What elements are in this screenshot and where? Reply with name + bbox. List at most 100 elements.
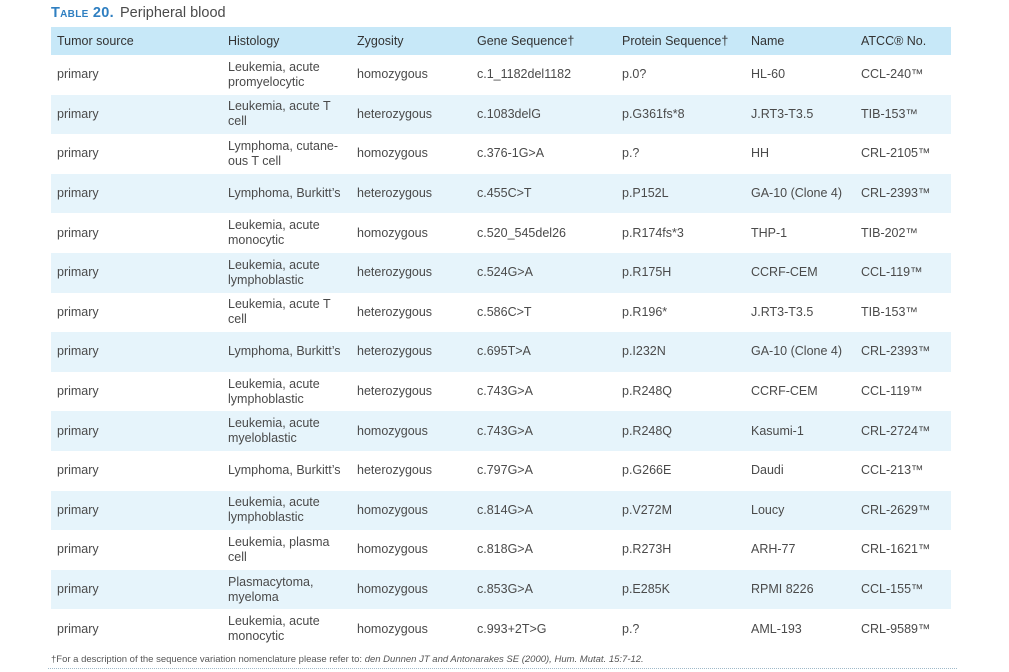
gene-sequence-cell: c.455C>T [477,186,532,201]
protein-sequence-cell: p.R175H [622,265,672,280]
gene-sequence-cell: c.797G>A [477,463,533,478]
zygosity-cell: heterozygous [357,304,433,319]
protein-sequence-cell: p.0? [622,67,647,82]
protein-sequence-cell: p.? [622,621,640,636]
protein-sequence-cell: p.? [622,146,640,161]
name-cell: Loucy [751,502,785,517]
name-cell: CCRF-CEM [751,265,818,280]
tumor-source-cell: primary [57,304,99,319]
atcc-no-cell: CRL-2393™ [861,186,931,201]
table-row: primary Leukemia, acute lymphoblastic homo… [51,490,951,531]
name-cell: ARH-77 [751,542,796,557]
gene-sequence-cell: c.520_545del26 [477,225,566,240]
table-row: primary Leukemia, acute lymphoblastic hete… [51,372,951,412]
protein-sequence-cell: p.R273H [622,542,672,557]
histology-cell: Leukemia, acute lymphoblastic [228,376,320,406]
name-cell: HH [751,146,770,161]
histology-cell: Leukemia, acute monocytic [228,614,320,644]
table-row: primary Leukemia, acute monocytic homozygo… [51,213,951,253]
zygosity-cell: homozygous [357,67,428,82]
histology-cell: Leukemia, plasma cell [228,534,330,564]
table-row: primary Plasmacytoma, myeloma homozygous c.… [51,569,951,610]
zygosity-cell: heterozygous [357,265,433,280]
zygosity-cell: homozygous [357,542,428,557]
protein-sequence-cell: p.E285K [622,582,670,597]
gene-sequence-cell: c.993+2T>G [477,621,547,636]
tumor-source-cell: primary [57,502,99,517]
tumor-source-cell: primary [57,67,99,82]
name-cell: RPMI 8226 [751,582,814,597]
gene-sequence-cell: c.743G>A [477,384,533,399]
table-row: primary Leukemia, acute promyelocytic homo… [51,55,951,95]
table-row: primary Leukemia, acute T cell heterozygou… [51,293,951,333]
atcc-no-cell: TIB-153™ [861,106,918,121]
name-cell: J.RT3-T3.5 [751,304,814,319]
name-cell: CCRF-CEM [751,384,818,399]
tumor-source-cell: primary [57,225,99,240]
histology-cell: Lymphoma, cutane-ous T cell [228,138,339,168]
table-caption: Table 20. Peripheral blood [51,5,226,21]
column-header-atcc-no: ATCC® No. [861,34,927,48]
table-row: primary Leukemia, plasma cell homozygous c.… [51,530,951,570]
gene-sequence-cell: c.853G>A [477,582,533,597]
peripheral-blood-table: Tumor source Histology Zygosity Gene Seq… [51,27,951,649]
histology-cell: Lymphoma, Burkitt’s [228,463,341,478]
histology-cell: Lymphoma, Burkitt’s [228,344,341,359]
histology-cell: Leukemia, acute promyelocytic [228,59,320,89]
tumor-source-cell: primary [57,621,99,636]
protein-sequence-cell: p.R248Q [622,384,673,399]
column-header-zygosity: Zygosity [357,34,404,48]
gene-sequence-cell: c.695T>A [477,344,531,359]
atcc-no-cell: CCL-240™ [861,67,924,82]
table-row: primary Leukemia, acute lymphoblastic hete… [51,252,951,293]
footnote: †For a description of the sequence varia… [51,654,644,665]
gene-sequence-cell: c.1083delG [477,106,541,121]
table-row: primary Lymphoma, Burkitt’s heterozygous c.… [51,173,951,214]
table-row: primary Leukemia, acute myeloblastic homoz… [51,411,951,451]
name-cell: HL-60 [751,67,786,82]
gene-sequence-cell: c.376-1G>A [477,146,545,161]
column-header-histology: Histology [228,34,280,48]
protein-sequence-cell: p.I232N [622,344,666,359]
footnote-text: †For a description of the sequence varia… [51,654,365,665]
name-cell: J.RT3-T3.5 [751,106,814,121]
zygosity-cell: heterozygous [357,186,433,201]
table-row: primary Leukemia, acute T cell heterozygou… [51,94,951,135]
tumor-source-cell: primary [57,186,99,201]
atcc-no-cell: TIB-202™ [861,225,918,240]
gene-sequence-cell: c.814G>A [477,502,533,517]
gene-sequence-cell: c.743G>A [477,423,533,438]
column-header-name: Name [751,34,785,48]
protein-sequence-cell: p.G266E [622,463,672,478]
tumor-source-cell: primary [57,106,99,121]
tumor-source-cell: primary [57,542,99,557]
atcc-no-cell: CCL-155™ [861,582,924,597]
histology-cell: Leukemia, acute lymphoblastic [228,257,320,287]
table-row: primary Lymphoma, Burkitt’s heterozygous c.… [51,451,951,491]
histology-cell: Lymphoma, Burkitt’s [228,186,341,201]
table-number: Table 20. [51,5,114,21]
tumor-source-cell: primary [57,423,99,438]
name-cell: Daudi [751,463,784,478]
zygosity-cell: heterozygous [357,106,433,121]
footnote-citation: den Dunnen JT and Antonarakes SE (2000),… [364,654,644,665]
table-body: primary Leukemia, acute promyelocytic homo… [51,55,951,649]
name-cell: Kasumi-1 [751,423,804,438]
atcc-no-cell: CCL-119™ [861,265,923,280]
tumor-source-cell: primary [57,463,99,478]
protein-sequence-cell: p.R174fs*3 [622,225,684,240]
column-header-tumor-source: Tumor source [57,34,134,48]
histology-cell: Leukemia, acute T cell [228,297,331,327]
gene-sequence-cell: c.1_1182del1182 [477,67,572,82]
name-cell: GA-10 (Clone 4) [751,344,843,359]
protein-sequence-cell: p.R196* [622,304,668,319]
histology-cell: Leukemia, acute lymphoblastic [228,495,320,525]
atcc-no-cell: CRL-1621™ [861,542,931,557]
histology-cell: Leukemia, acute myeloblastic [228,416,320,446]
atcc-no-cell: CCL-213™ [861,463,924,478]
header-row: Tumor source Histology Zygosity Gene Seq… [51,27,951,55]
table-row: primary Lymphoma, Burkitt’s heterozygous c.… [51,332,951,372]
protein-sequence-cell: p.V272M [622,502,673,517]
gene-sequence-cell: c.524G>A [477,265,533,280]
column-header-gene-sequence: Gene Sequence† [477,34,575,48]
